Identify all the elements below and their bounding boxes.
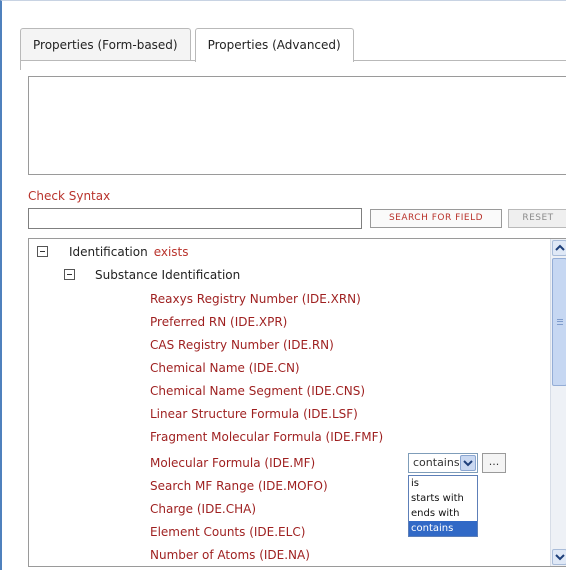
tree-field-item[interactable]: Element Counts (IDE.ELC) [150, 522, 305, 542]
tree-field-item[interactable]: Reaxys Registry Number (IDE.XRN) [150, 289, 361, 309]
tree-node-label: Identification [69, 245, 148, 259]
tab-properties-form-based[interactable]: Properties (Form-based) [20, 28, 191, 61]
tree-field-item[interactable]: Chemical Name Segment (IDE.CNS) [150, 381, 365, 401]
tab-edge [20, 60, 21, 70]
collapse-icon[interactable] [37, 246, 48, 257]
tree-field-item[interactable]: Search MF Range (IDE.MOFO) [150, 476, 328, 496]
reset-button[interactable]: RESET [508, 209, 566, 228]
tab-properties-advanced[interactable]: Properties (Advanced) [194, 28, 354, 62]
operator-dropdown-list: is starts with ends with contains [408, 475, 478, 537]
scrollbar-thumb[interactable] [552, 258, 566, 386]
operator-option-contains[interactable]: contains [409, 521, 477, 536]
tree-node-substance-identification[interactable]: Substance Identification [29, 265, 539, 285]
operator-select[interactable]: contains [408, 453, 478, 473]
field-search-input[interactable] [28, 208, 362, 229]
tree-field-item[interactable]: Preferred RN (IDE.XPR) [150, 312, 287, 332]
grip-icon [557, 319, 563, 325]
chevron-down-icon[interactable] [460, 455, 476, 471]
tree-scrollbar[interactable] [550, 239, 566, 566]
operator-option-starts-with[interactable]: starts with [409, 491, 477, 506]
tree-field-item[interactable]: Charge (IDE.CHA) [150, 499, 256, 519]
tree-node-label: Substance Identification [95, 268, 241, 282]
operator-option-ends-with[interactable]: ends with [409, 506, 477, 521]
collapse-icon[interactable] [64, 269, 75, 280]
tab-bar: Properties (Form-based) Properties (Adva… [20, 28, 358, 62]
check-syntax-link[interactable]: Check Syntax [28, 189, 110, 203]
exists-badge: exists [153, 245, 189, 259]
operator-selected-value: contains [413, 456, 460, 469]
panel-frame: Properties (Form-based) Properties (Adva… [0, 0, 566, 570]
more-options-button[interactable]: ... [482, 453, 506, 473]
tree-field-item[interactable]: Linear Structure Formula (IDE.LSF) [150, 404, 358, 424]
tree-field-item[interactable]: Chemical Name (IDE.CN) [150, 358, 300, 378]
tree-field-item[interactable]: Number of Atoms (IDE.NA) [150, 545, 310, 565]
search-for-field-button[interactable]: SEARCH FOR FIELD [370, 209, 502, 228]
tree-field-item[interactable]: Molecular Formula (IDE.MF) [150, 453, 315, 473]
tree-field-item[interactable]: Fragment Molecular Formula (IDE.FMF) [150, 427, 383, 447]
scroll-up-icon[interactable] [552, 240, 566, 256]
field-tree: Identification exists Substance Identific… [28, 238, 566, 567]
scroll-down-icon[interactable] [552, 549, 566, 565]
tree-field-item[interactable]: CAS Registry Number (IDE.RN) [150, 335, 334, 355]
query-textarea[interactable] [28, 76, 566, 175]
tree-node-identification[interactable]: Identification exists [29, 242, 539, 262]
operator-option-is[interactable]: is [409, 476, 477, 491]
